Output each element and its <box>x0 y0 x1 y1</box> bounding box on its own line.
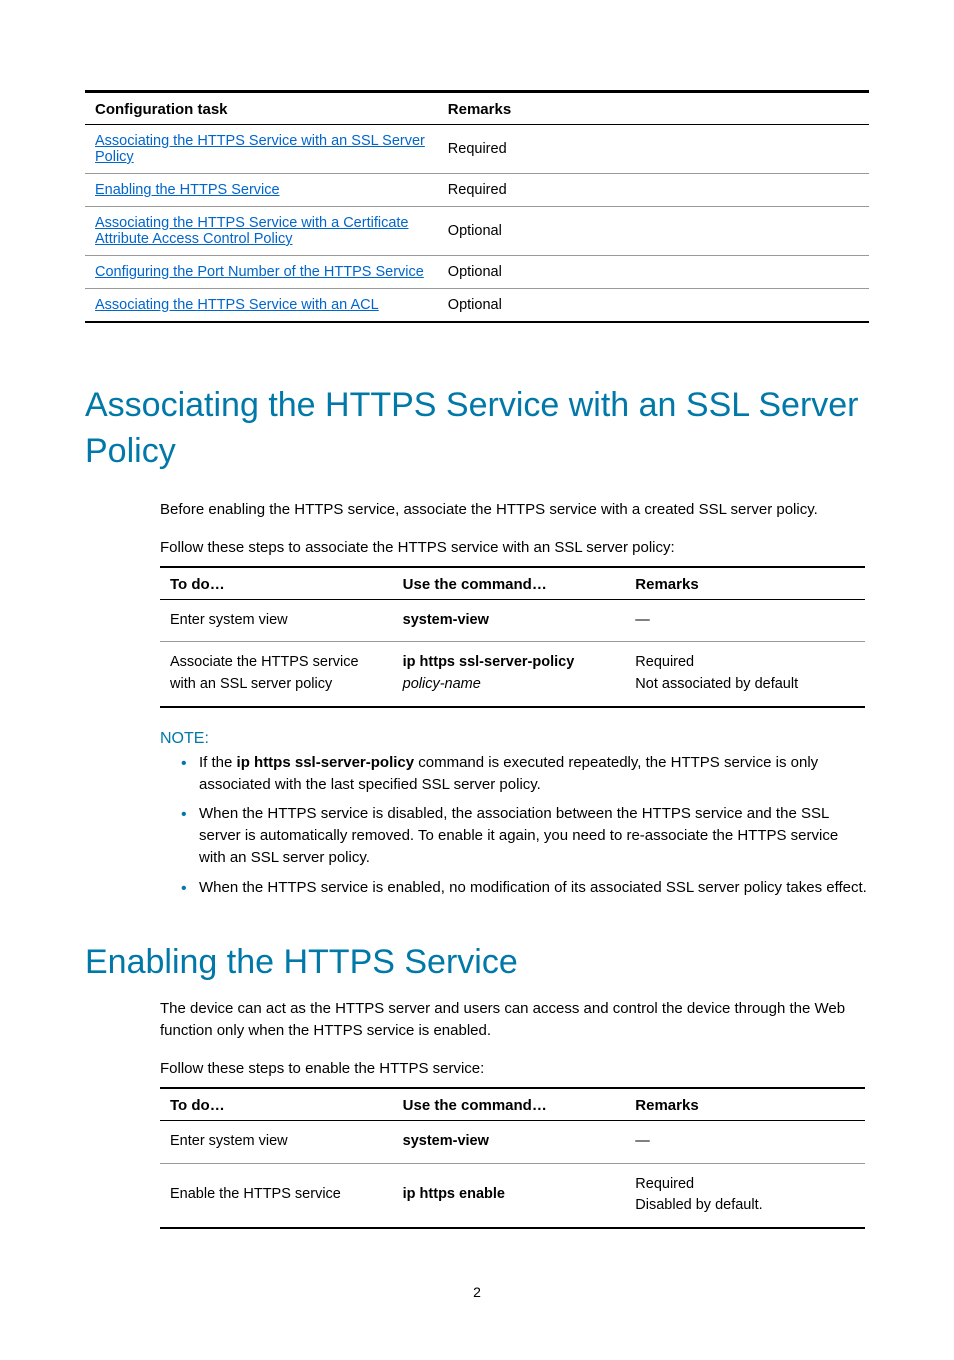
configuration-task-table: Configuration task Remarks Associating t… <box>85 90 869 323</box>
note-list: If the ip https ssl-server-policy comman… <box>85 752 869 899</box>
col-header-remarks: Remarks <box>438 92 869 125</box>
cell-todo: Associate the HTTPS service with an SSL … <box>160 642 393 707</box>
link-assoc-ssl-policy[interactable]: Associating the HTTPS Service with an SS… <box>95 133 425 165</box>
col-header-command: Use the command… <box>393 1088 626 1121</box>
col-header-remarks: Remarks <box>625 1088 865 1121</box>
heading-enable-https: Enabling the HTTPS Service <box>85 943 869 982</box>
steps-intro: Follow these steps to associate the HTTP… <box>85 539 869 556</box>
steps-table-ssl: To do… Use the command… Remarks Enter sy… <box>160 566 865 708</box>
col-header-todo: To do… <box>160 567 393 600</box>
table-row: Enter system view system-view — <box>160 1120 865 1163</box>
cell-todo: Enter system view <box>160 599 393 642</box>
table-row: Associating the HTTPS Service with an AC… <box>85 289 869 323</box>
cell-todo: Enable the HTTPS service <box>160 1163 393 1228</box>
cell-remark: Required Disabled by default. <box>625 1163 865 1228</box>
cell-command: ip https ssl-server-policy policy-name <box>393 642 626 707</box>
cell-command: system-view <box>393 1120 626 1163</box>
cell-remark: — <box>625 599 865 642</box>
steps-table-enable: To do… Use the command… Remarks Enter sy… <box>160 1087 865 1229</box>
table-row: Enter system view system-view — <box>160 599 865 642</box>
page-number: 2 <box>85 1284 869 1300</box>
cell-remark: Optional <box>438 207 869 256</box>
note-label: NOTE: <box>85 730 869 748</box>
link-config-port[interactable]: Configuring the Port Number of the HTTPS… <box>95 264 424 280</box>
table-row: Configuring the Port Number of the HTTPS… <box>85 256 869 289</box>
note-item: When the HTTPS service is enabled, no mo… <box>181 877 869 899</box>
cell-remark: — <box>625 1120 865 1163</box>
col-header-todo: To do… <box>160 1088 393 1121</box>
table-row: Enable the HTTPS service ip https enable… <box>160 1163 865 1228</box>
cell-remark: Required <box>438 125 869 174</box>
col-header-config-task: Configuration task <box>85 92 438 125</box>
cell-remark: Optional <box>438 289 869 323</box>
cell-remark: Required <box>438 174 869 207</box>
note-item: If the ip https ssl-server-policy comman… <box>181 752 869 796</box>
heading-assoc-ssl-policy: Associating the HTTPS Service with an SS… <box>85 383 869 475</box>
table-row: Enabling the HTTPS Service Required <box>85 174 869 207</box>
cell-todo: Enter system view <box>160 1120 393 1163</box>
cell-command: system-view <box>393 599 626 642</box>
table-row: Associate the HTTPS service with an SSL … <box>160 642 865 707</box>
steps-intro-2: Follow these steps to enable the HTTPS s… <box>85 1060 869 1077</box>
cell-remark: Optional <box>438 256 869 289</box>
cell-command: ip https enable <box>393 1163 626 1228</box>
cell-remark: Required Not associated by default <box>625 642 865 707</box>
link-assoc-acl[interactable]: Associating the HTTPS Service with an AC… <box>95 297 379 313</box>
intro-text-2: The device can act as the HTTPS server a… <box>85 998 869 1042</box>
link-assoc-cert-policy[interactable]: Associating the HTTPS Service with a Cer… <box>95 215 408 247</box>
table-row: Associating the HTTPS Service with a Cer… <box>85 207 869 256</box>
intro-text: Before enabling the HTTPS service, assoc… <box>85 499 869 521</box>
col-header-remarks: Remarks <box>625 567 865 600</box>
col-header-command: Use the command… <box>393 567 626 600</box>
table-row: Associating the HTTPS Service with an SS… <box>85 125 869 174</box>
link-enable-https[interactable]: Enabling the HTTPS Service <box>95 182 280 198</box>
note-item: When the HTTPS service is disabled, the … <box>181 803 869 868</box>
